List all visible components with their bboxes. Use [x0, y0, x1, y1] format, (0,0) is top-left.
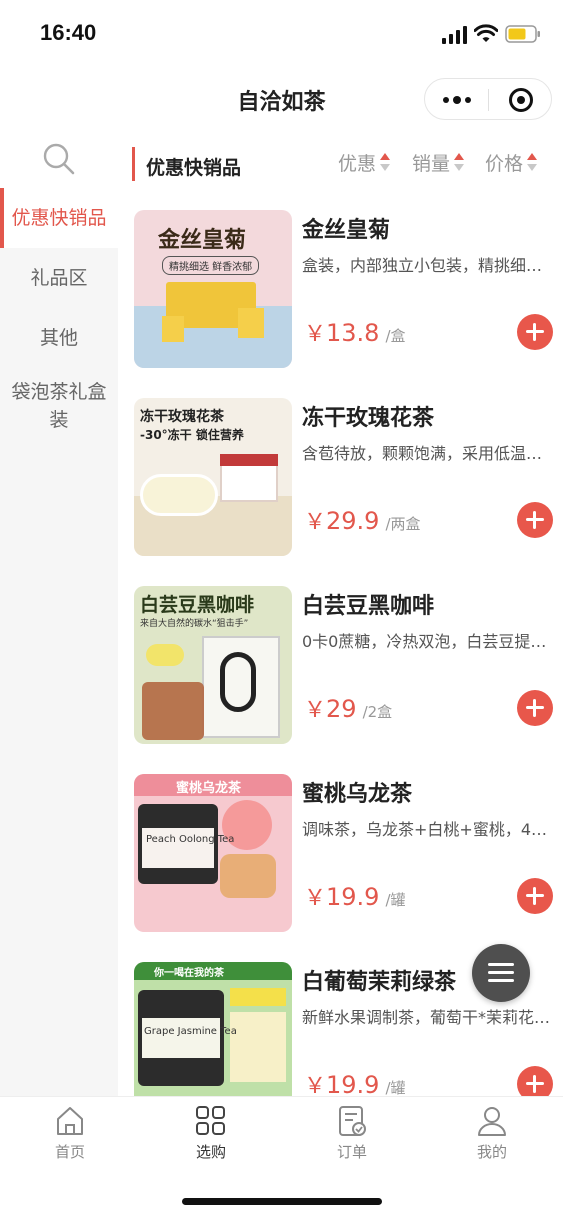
- sort-label: 优惠: [338, 153, 377, 175]
- sidebar-item-other[interactable]: 其他: [0, 308, 118, 368]
- floating-menu-button[interactable]: [472, 944, 530, 1002]
- sidebar-item-discount[interactable]: 优惠快销品: [0, 188, 118, 248]
- add-to-cart-button[interactable]: [517, 878, 553, 914]
- sidebar-search[interactable]: [0, 126, 118, 188]
- sort-arrows-icon: [527, 153, 538, 175]
- product-desc: 新鲜水果调制茶，葡萄干*茉莉花*绿茶: [302, 1008, 554, 1027]
- product-desc: 含苞待放，颗颗饱满，采用低温冻干工艺: [302, 444, 554, 463]
- product-name: 白芸豆黑咖啡: [302, 594, 435, 619]
- tab-label: 首页: [54, 1143, 85, 1161]
- section-marker: [132, 147, 135, 181]
- product-name: 蜜桃乌龙茶: [302, 782, 413, 807]
- tab-home[interactable]: 首页: [20, 1105, 120, 1162]
- home-indicator: [182, 1198, 382, 1205]
- status-bar: 16:40: [0, 0, 563, 70]
- sort-sales[interactable]: 销量: [412, 149, 465, 176]
- tab-profile[interactable]: 我的: [442, 1105, 542, 1162]
- mini-program-capsule: [424, 78, 552, 120]
- add-to-cart-button[interactable]: [517, 1066, 553, 1096]
- image-subtitle: -30°冻干 锁住营养: [140, 428, 244, 442]
- image-title: 你一喝在我的茶: [154, 968, 224, 979]
- sidebar-item-teabag-giftbox[interactable]: 袋泡茶礼盒装: [0, 378, 118, 448]
- user-icon: [478, 1107, 506, 1136]
- sort-label: 价格: [485, 153, 524, 175]
- product-card[interactable]: 白芸豆黑咖啡 来自大自然的碳水“狙击手” 白芸豆黑咖啡 0卡0蔗糖，冷热双泡，白…: [118, 586, 563, 774]
- image-subtitle: 来自大自然的碳水“狙击手”: [140, 619, 249, 629]
- image-title: 白芸豆黑咖啡: [140, 594, 255, 616]
- image-title: 金丝皇菊: [158, 228, 247, 253]
- product-image[interactable]: 白芸豆黑咖啡 来自大自然的碳水“狙击手”: [134, 586, 292, 744]
- product-card[interactable]: 冻干玫瑰花茶 -30°冻干 锁住营养 冻干玫瑰花茶 含苞待放，颗颗饱满，采用低温…: [118, 398, 563, 586]
- status-time: 16:40: [40, 20, 97, 45]
- add-to-cart-button[interactable]: [517, 314, 553, 350]
- image-title: 冻干玫瑰花茶: [140, 409, 224, 425]
- image-title: 蜜桃乌龙茶: [176, 781, 242, 796]
- tab-label: 选购: [195, 1143, 226, 1161]
- more-dots-icon[interactable]: [425, 79, 488, 121]
- grid-icon: [196, 1106, 225, 1135]
- list-header: 优惠快销品 优惠 销量 价格: [118, 126, 563, 196]
- product-price: ￥19.9/罐: [304, 1071, 406, 1096]
- product-price: ￥29/2盒: [304, 695, 393, 723]
- product-price: ￥29.9/两盒: [304, 507, 421, 535]
- target-close-icon[interactable]: [489, 79, 552, 121]
- product-name: 冻干玫瑰花茶: [302, 406, 435, 431]
- image-subtitle: Grape Jasmine Tea: [144, 1026, 237, 1037]
- tab-label: 我的: [476, 1143, 507, 1161]
- home-icon: [57, 1107, 83, 1135]
- product-desc: 0卡0蔗糖，冷热双泡，白芸豆提取物: [302, 632, 554, 651]
- sidebar-item-label: 礼品区: [30, 267, 88, 289]
- product-image[interactable]: 冻干玫瑰花茶 -30°冻干 锁住营养: [134, 398, 292, 556]
- sort-discount[interactable]: 优惠: [338, 149, 391, 176]
- product-card[interactable]: 蜜桃乌龙茶 Peach Oolong Tea 蜜桃乌龙茶 调味茶，乌龙茶+白桃+…: [118, 774, 563, 962]
- product-desc: 盒装，内部独立小包装，精挑细选，鲜香浓郁: [302, 256, 554, 275]
- image-subtitle: 精挑细选 鲜香浓郁: [162, 256, 260, 275]
- product-desc: 调味茶，乌龙茶+白桃+蜜桃，4g*15包: [302, 820, 554, 839]
- add-to-cart-button[interactable]: [517, 502, 553, 538]
- product-price: ￥19.9/罐: [304, 883, 406, 911]
- battery-icon: [505, 25, 540, 43]
- tab-shop[interactable]: 选购: [161, 1105, 261, 1162]
- product-name: 白葡萄茉莉绿茶: [302, 970, 457, 995]
- product-price: ￥13.8/盒: [304, 319, 406, 347]
- sort-price[interactable]: 价格: [485, 149, 538, 176]
- sort-arrows-icon: [380, 153, 391, 175]
- tab-label: 订单: [336, 1143, 367, 1161]
- sidebar-item-label: 优惠快销品: [11, 207, 107, 229]
- product-card[interactable]: 金丝皇菊 精挑细选 鲜香浓郁 金丝皇菊 盒装，内部独立小包装，精挑细选，鲜香浓郁…: [118, 210, 563, 398]
- tab-orders[interactable]: 订单: [302, 1105, 402, 1162]
- sidebar-item-label: 袋泡茶礼盒装: [11, 381, 107, 431]
- signal-icon: [442, 26, 467, 44]
- product-image[interactable]: 你一喝在我的茶 Grape Jasmine Tea: [134, 962, 292, 1096]
- sidebar-item-gifts[interactable]: 礼品区: [0, 248, 118, 308]
- product-image[interactable]: 蜜桃乌龙茶 Peach Oolong Tea: [134, 774, 292, 932]
- add-to-cart-button[interactable]: [517, 690, 553, 726]
- product-name: 金丝皇菊: [302, 218, 391, 243]
- image-subtitle: Peach Oolong Tea: [146, 834, 235, 845]
- wifi-icon: [474, 24, 498, 42]
- app-header: 自洽如茶: [0, 70, 563, 126]
- order-icon: [339, 1106, 366, 1136]
- sort-arrows-icon: [454, 153, 465, 175]
- section-title: 优惠快销品: [146, 157, 242, 179]
- sidebar-item-label: 其他: [39, 327, 78, 349]
- sort-label: 销量: [412, 153, 451, 175]
- category-sidebar: 优惠快销品 礼品区 其他 袋泡茶礼盒装: [0, 126, 118, 1096]
- product-image[interactable]: 金丝皇菊 精挑细选 鲜香浓郁: [134, 210, 292, 368]
- search-icon: [43, 143, 75, 175]
